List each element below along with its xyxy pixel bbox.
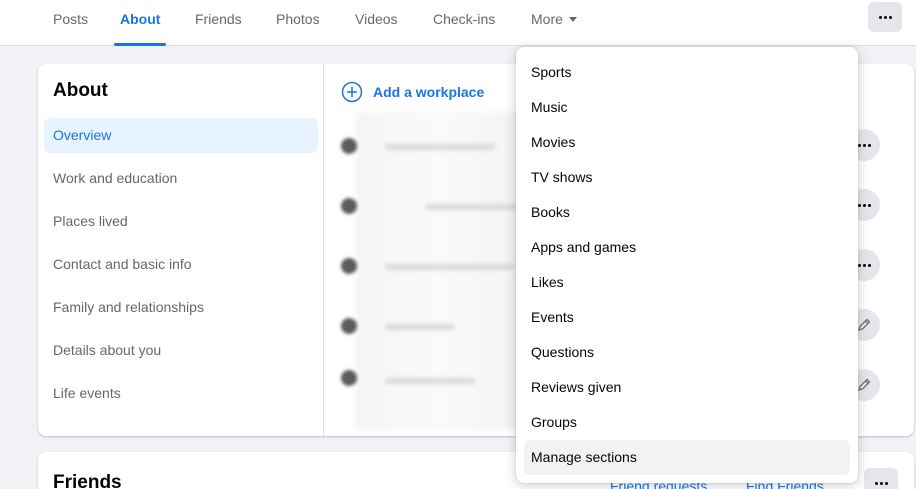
more-dots-icon (874, 481, 888, 485)
menu-item-manage-sections[interactable]: Manage sections (524, 440, 850, 475)
caret-down-icon (568, 16, 577, 22)
add-workplace-label: Add a workplace (373, 84, 485, 100)
about-heading: About (53, 80, 108, 101)
tab-about-label: About (120, 11, 161, 27)
about-nav-places-lived[interactable]: Places lived (44, 204, 318, 239)
tab-posts-label: Posts (53, 11, 89, 27)
location-pin-icon (341, 258, 357, 274)
tab-posts[interactable]: Posts (53, 0, 88, 46)
menu-item-events[interactable]: Events (524, 300, 850, 335)
tab-videos[interactable]: Videos (355, 0, 398, 46)
redacted-text (385, 264, 515, 270)
pencil-icon (858, 318, 871, 331)
redacted-text (385, 378, 475, 384)
menu-item-groups[interactable]: Groups (524, 405, 850, 440)
about-nav-life-events[interactable]: Life events (44, 376, 318, 411)
more-dropdown-menu: Sports Music Movies TV shows Books Apps … (516, 47, 858, 483)
tab-friends[interactable]: Friends (195, 0, 242, 46)
tab-friends-label: Friends (195, 11, 242, 27)
menu-item-apps-and-games[interactable]: Apps and games (524, 230, 850, 265)
menu-item-music[interactable]: Music (524, 90, 850, 125)
redacted-text (385, 324, 455, 330)
more-dots-icon (857, 263, 871, 267)
pencil-icon (858, 378, 871, 391)
menu-item-questions[interactable]: Questions (524, 335, 850, 370)
about-sidebar: About Overview Work and education Places… (38, 64, 324, 436)
more-dots-icon (857, 143, 871, 147)
active-tab-indicator (114, 43, 167, 46)
menu-item-likes[interactable]: Likes (524, 265, 850, 300)
menu-item-sports[interactable]: Sports (524, 55, 850, 90)
about-nav-family-and-relationships[interactable]: Family and relationships (44, 290, 318, 325)
more-dots-icon (878, 15, 892, 19)
menu-item-reviews-given[interactable]: Reviews given (524, 370, 850, 405)
profile-more-options-button[interactable] (868, 2, 902, 32)
tab-photos-label: Photos (276, 11, 320, 27)
tab-more-label: More (531, 11, 563, 27)
menu-item-books[interactable]: Books (524, 195, 850, 230)
phone-icon (341, 370, 357, 386)
tab-more[interactable]: More (531, 0, 577, 46)
tab-check-ins[interactable]: Check-ins (433, 0, 495, 46)
heart-icon (341, 318, 357, 334)
add-workplace-link[interactable]: Add a workplace (341, 80, 484, 104)
more-dots-icon (857, 203, 871, 207)
home-icon (341, 198, 357, 214)
about-nav-details-about-you[interactable]: Details about you (44, 333, 318, 368)
education-icon (341, 138, 357, 154)
about-nav-work-and-education[interactable]: Work and education (44, 161, 318, 196)
menu-item-tv-shows[interactable]: TV shows (524, 160, 850, 195)
tab-videos-label: Videos (355, 11, 398, 27)
tab-photos[interactable]: Photos (276, 0, 320, 46)
plus-circle-icon (341, 81, 363, 103)
about-nav-overview[interactable]: Overview (44, 118, 318, 153)
redacted-text (385, 144, 495, 150)
profile-tab-bar: Posts About Friends Photos Videos Check-… (0, 0, 916, 46)
friends-options-button[interactable] (864, 468, 898, 489)
friends-heading: Friends (53, 472, 122, 489)
menu-item-movies[interactable]: Movies (524, 125, 850, 160)
about-nav-contact-and-basic-info[interactable]: Contact and basic info (44, 247, 318, 282)
tab-about[interactable]: About (114, 0, 167, 46)
tab-check-ins-label: Check-ins (433, 11, 496, 27)
